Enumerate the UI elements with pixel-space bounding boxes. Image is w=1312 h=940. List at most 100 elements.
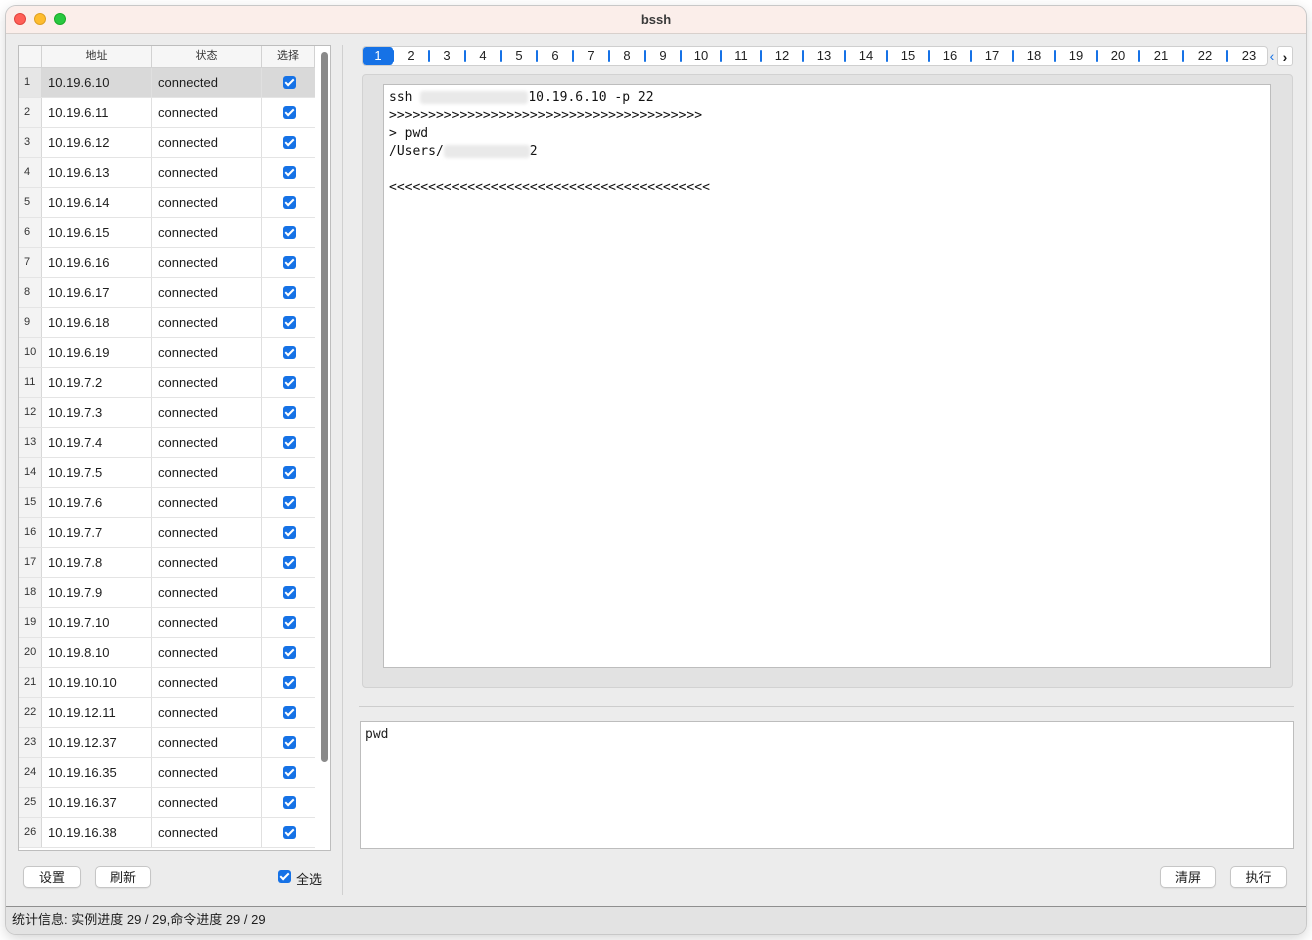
table-row[interactable]: 8 10.19.6.17 connected: [19, 278, 315, 308]
row-select-cell[interactable]: [262, 398, 315, 427]
row-select-cell[interactable]: [262, 428, 315, 457]
row-select-checkbox[interactable]: [283, 526, 296, 539]
tab-host-1[interactable]: 1: [363, 47, 393, 65]
row-select-checkbox[interactable]: [283, 466, 296, 479]
row-select-checkbox[interactable]: [283, 436, 296, 449]
tab-host-12[interactable]: 12: [761, 47, 803, 65]
row-select-checkbox[interactable]: [283, 826, 296, 839]
row-select-checkbox[interactable]: [283, 256, 296, 269]
table-row[interactable]: 14 10.19.7.5 connected: [19, 458, 315, 488]
panel-divider[interactable]: [342, 45, 343, 895]
tab-host-9[interactable]: 9: [645, 47, 681, 65]
terminal-output[interactable]: ssh 10.19.6.10 -p 22 >>>>>>>>>>>>>>>>>>>…: [383, 84, 1271, 668]
row-select-cell[interactable]: [262, 308, 315, 337]
row-select-checkbox[interactable]: [283, 226, 296, 239]
table-row[interactable]: 24 10.19.16.35 connected: [19, 758, 315, 788]
tab-host-10[interactable]: 10: [681, 47, 721, 65]
row-select-cell[interactable]: [262, 608, 315, 637]
row-select-checkbox[interactable]: [283, 376, 296, 389]
table-row[interactable]: 20 10.19.8.10 connected: [19, 638, 315, 668]
row-select-cell[interactable]: [262, 668, 315, 697]
row-select-checkbox[interactable]: [283, 736, 296, 749]
tab-host-6[interactable]: 6: [537, 47, 573, 65]
tab-host-2[interactable]: 2: [393, 47, 429, 65]
row-select-checkbox[interactable]: [283, 166, 296, 179]
tab-host-19[interactable]: 19: [1055, 47, 1097, 65]
table-row[interactable]: 18 10.19.7.9 connected: [19, 578, 315, 608]
table-row[interactable]: 7 10.19.6.16 connected: [19, 248, 315, 278]
row-select-checkbox[interactable]: [283, 406, 296, 419]
row-select-checkbox[interactable]: [283, 646, 296, 659]
row-select-checkbox[interactable]: [283, 106, 296, 119]
row-select-cell[interactable]: [262, 458, 315, 487]
header-address[interactable]: 地址: [42, 46, 152, 67]
command-input[interactable]: pwd: [360, 721, 1294, 849]
row-select-cell[interactable]: [262, 638, 315, 667]
tab-host-8[interactable]: 8: [609, 47, 645, 65]
row-select-cell[interactable]: [262, 158, 315, 187]
row-select-cell[interactable]: [262, 248, 315, 277]
tab-host-20[interactable]: 20: [1097, 47, 1139, 65]
table-row[interactable]: 9 10.19.6.18 connected: [19, 308, 315, 338]
row-select-cell[interactable]: [262, 788, 315, 817]
row-select-checkbox[interactable]: [283, 496, 296, 509]
tab-host-23[interactable]: 23: [1227, 47, 1267, 65]
table-row[interactable]: 13 10.19.7.4 connected: [19, 428, 315, 458]
table-row[interactable]: 11 10.19.7.2 connected: [19, 368, 315, 398]
refresh-button[interactable]: 刷新: [95, 866, 151, 888]
tab-host-16[interactable]: 16: [929, 47, 971, 65]
tab-scroll-right-icon[interactable]: ›: [1277, 46, 1293, 66]
clear-screen-button[interactable]: 清屏: [1160, 866, 1216, 888]
row-select-checkbox[interactable]: [283, 346, 296, 359]
row-select-cell[interactable]: [262, 218, 315, 247]
table-row[interactable]: 12 10.19.7.3 connected: [19, 398, 315, 428]
row-select-checkbox[interactable]: [283, 556, 296, 569]
row-select-cell[interactable]: [262, 128, 315, 157]
tab-host-17[interactable]: 17: [971, 47, 1013, 65]
table-row[interactable]: 4 10.19.6.13 connected: [19, 158, 315, 188]
row-select-checkbox[interactable]: [283, 616, 296, 629]
row-select-cell[interactable]: [262, 818, 315, 847]
row-select-cell[interactable]: [262, 728, 315, 757]
settings-button[interactable]: 设置: [23, 866, 81, 888]
row-select-checkbox[interactable]: [283, 706, 296, 719]
row-select-checkbox[interactable]: [283, 316, 296, 329]
row-select-cell[interactable]: [262, 698, 315, 727]
header-status[interactable]: 状态: [152, 46, 262, 67]
table-row[interactable]: 22 10.19.12.11 connected: [19, 698, 315, 728]
row-select-checkbox[interactable]: [283, 196, 296, 209]
tab-host-4[interactable]: 4: [465, 47, 501, 65]
table-row[interactable]: 15 10.19.7.6 connected: [19, 488, 315, 518]
tab-host-7[interactable]: 7: [573, 47, 609, 65]
select-all-check-icon[interactable]: [278, 870, 291, 883]
row-select-checkbox[interactable]: [283, 586, 296, 599]
row-select-checkbox[interactable]: [283, 286, 296, 299]
table-row[interactable]: 2 10.19.6.11 connected: [19, 98, 315, 128]
table-row[interactable]: 1 10.19.6.10 connected: [19, 68, 315, 98]
table-row[interactable]: 25 10.19.16.37 connected: [19, 788, 315, 818]
tab-host-3[interactable]: 3: [429, 47, 465, 65]
header-select[interactable]: 选择: [262, 46, 315, 67]
row-select-checkbox[interactable]: [283, 136, 296, 149]
row-select-cell[interactable]: [262, 368, 315, 397]
row-select-cell[interactable]: [262, 278, 315, 307]
tab-host-13[interactable]: 13: [803, 47, 845, 65]
row-select-checkbox[interactable]: [283, 796, 296, 809]
table-row[interactable]: 10 10.19.6.19 connected: [19, 338, 315, 368]
row-select-checkbox[interactable]: [283, 676, 296, 689]
tab-host-21[interactable]: 21: [1139, 47, 1183, 65]
row-select-cell[interactable]: [262, 188, 315, 217]
row-select-cell[interactable]: [262, 758, 315, 787]
editor-divider[interactable]: [359, 706, 1294, 707]
tab-host-18[interactable]: 18: [1013, 47, 1055, 65]
tab-host-14[interactable]: 14: [845, 47, 887, 65]
row-select-checkbox[interactable]: [283, 76, 296, 89]
table-row[interactable]: 3 10.19.6.12 connected: [19, 128, 315, 158]
row-select-cell[interactable]: [262, 98, 315, 127]
table-row[interactable]: 6 10.19.6.15 connected: [19, 218, 315, 248]
table-row[interactable]: 26 10.19.16.38 connected: [19, 818, 315, 848]
table-row[interactable]: 21 10.19.10.10 connected: [19, 668, 315, 698]
row-select-cell[interactable]: [262, 518, 315, 547]
row-select-cell[interactable]: [262, 68, 315, 97]
row-select-cell[interactable]: [262, 488, 315, 517]
